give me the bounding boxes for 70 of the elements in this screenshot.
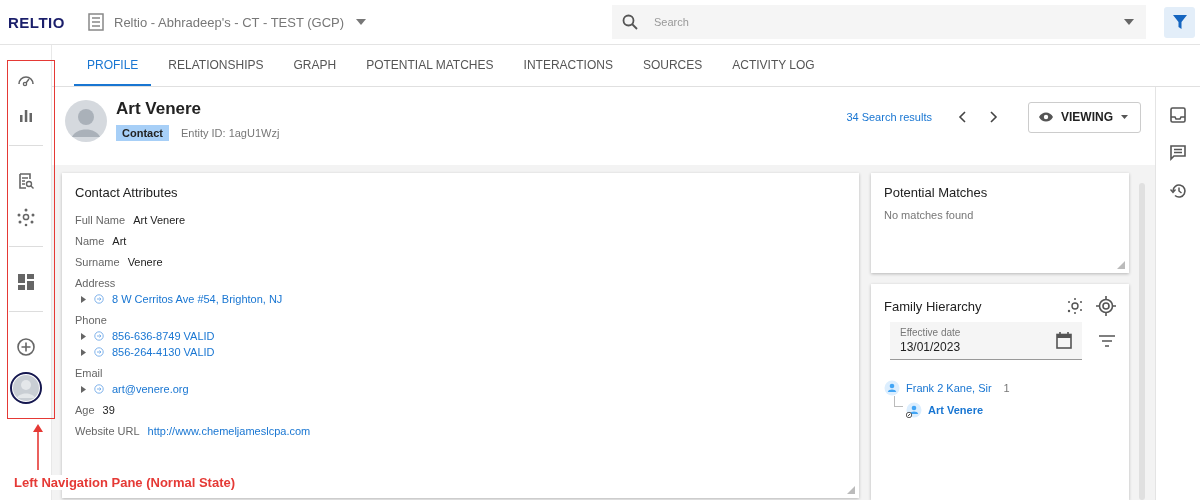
attribute-label: Website URL [75, 425, 140, 437]
annotation-arrow [33, 424, 43, 470]
caret-icon [1124, 19, 1134, 25]
source-icon [94, 384, 104, 394]
attribute-label: Age [75, 404, 95, 416]
comment-icon[interactable] [1168, 143, 1188, 163]
tab[interactable]: ACTIVITY LOG [719, 45, 828, 86]
attribute-value: Art [112, 235, 127, 247]
history-icon[interactable] [1168, 181, 1188, 201]
hierarchy-node-link[interactable]: Frank 2 Kane, Sir [906, 382, 992, 394]
inbox-icon[interactable] [1168, 105, 1188, 125]
current-person-icon [906, 402, 922, 418]
entity-name: Art Venere [116, 99, 203, 119]
viewing-button[interactable]: VIEWING [1028, 101, 1141, 133]
expand-icon[interactable] [81, 385, 86, 393]
annotation-label: Left Navigation Pane (Normal State) [14, 475, 236, 490]
date-field[interactable]: Effective date 13/01/2023 [890, 322, 1082, 360]
avatar [64, 99, 108, 143]
resize-handle-icon[interactable] [847, 486, 855, 494]
attribute-value-link[interactable]: 8 W Cerritos Ave #54, Brighton, NJ [112, 293, 283, 305]
search-field[interactable]: Search [612, 5, 1146, 39]
logo: RELTIO [8, 13, 66, 31]
attribute-value: Venere [127, 256, 163, 268]
avatar[interactable] [9, 372, 42, 404]
calendar-icon[interactable] [1056, 332, 1072, 349]
search-results-link[interactable]: 34 Search results [846, 111, 932, 123]
empty-message: No matches found [884, 209, 975, 221]
filter-button[interactable] [1164, 6, 1195, 38]
source-icon [94, 347, 104, 357]
resize-handle-icon[interactable] [1117, 261, 1125, 269]
child-count: 1 [1003, 382, 1010, 394]
person-icon [884, 380, 900, 396]
card-title: Contact Attributes [75, 185, 179, 200]
tab[interactable]: PROFILE [74, 45, 152, 86]
source-icon [94, 331, 104, 341]
expand-icon[interactable] [81, 295, 86, 303]
attribute-value-link[interactable]: 856-636-8749 VALID [112, 330, 215, 342]
attribute-value: 39 [102, 404, 115, 416]
attribute-value: Art Venere [133, 214, 186, 226]
attribute-value-link[interactable]: 856-264-4130 VALID [112, 346, 215, 358]
attribute-label: Email [75, 367, 104, 379]
target-icon[interactable] [1096, 296, 1116, 316]
entity-type-badge: Contact [116, 125, 169, 141]
source-icon [94, 294, 104, 304]
scatter-dots-icon[interactable] [1066, 297, 1084, 315]
search-input[interactable]: Search [652, 15, 1110, 29]
search-icon [622, 14, 638, 30]
tenant-selector[interactable]: Reltio - Abhradeep's - CT - TEST (GCP) [114, 14, 367, 30]
caret-icon [356, 19, 367, 25]
tab[interactable]: INTERACTIONS [510, 45, 626, 86]
attribute-label: Address [75, 277, 117, 289]
attribute-value-link[interactable]: art@venere.org [112, 383, 189, 395]
attribute-label: Phone [75, 314, 108, 326]
caret-icon [1121, 115, 1128, 119]
tab[interactable]: GRAPH [280, 45, 350, 86]
attribute-label: Full Name [75, 214, 126, 226]
filter-icon [1172, 15, 1187, 29]
card-title: Potential Matches [884, 185, 989, 200]
tab[interactable]: RELATIONSHIPS [155, 45, 277, 86]
attribute-label: Surname [75, 256, 120, 268]
attribute-label: Name [75, 235, 105, 247]
entity-id: Entity ID: 1agU1Wzj [180, 127, 280, 139]
hierarchy-node-link[interactable]: Art Venere [928, 404, 984, 416]
card-title: Family Hierarchy [884, 298, 982, 314]
tab[interactable]: SOURCES [629, 45, 716, 86]
tab[interactable]: POTENTIAL MATCHES [353, 45, 507, 86]
eye-icon [1039, 112, 1053, 122]
website-link[interactable]: http://www.chemeljameslcpa.com [147, 425, 311, 437]
document-icon [88, 13, 104, 31]
filter-lines-icon[interactable] [1098, 335, 1116, 347]
